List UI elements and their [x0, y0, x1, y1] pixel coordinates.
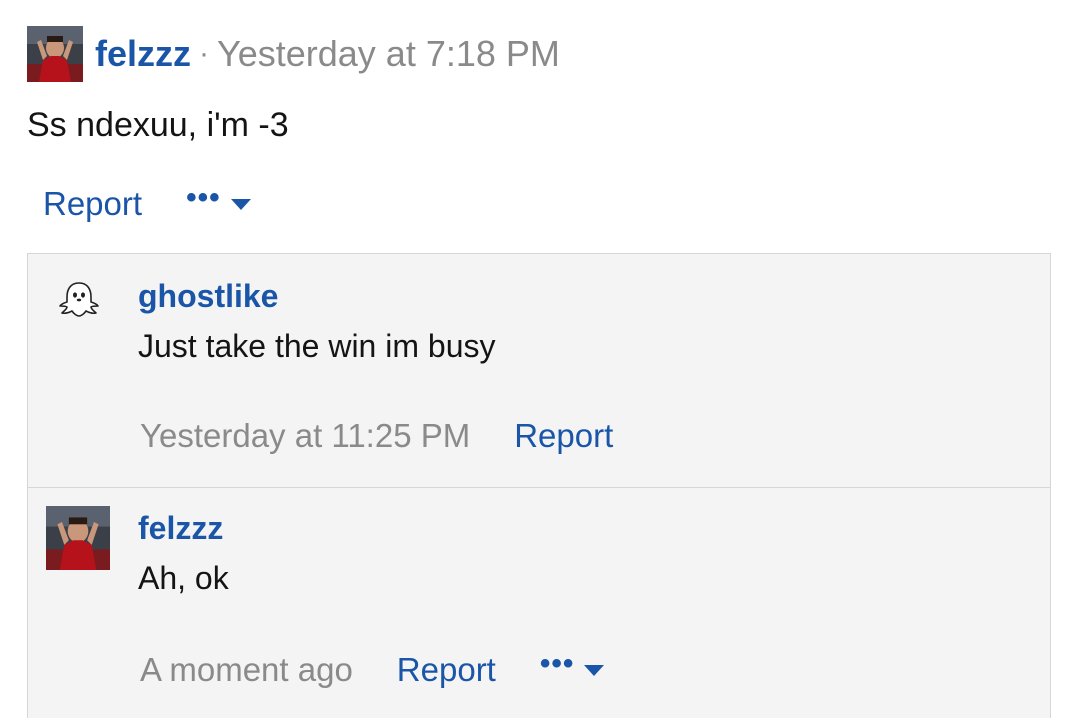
header-separator: · — [199, 37, 210, 70]
chevron-down-icon — [230, 198, 251, 210]
ghost-icon[interactable] — [56, 280, 102, 320]
post-actions: Report ••• — [43, 182, 251, 226]
more-options-button[interactable]: ••• — [540, 649, 605, 685]
ellipsis-icon: ••• — [539, 647, 575, 680]
report-button[interactable]: Report — [43, 185, 142, 223]
reply-author-link[interactable]: felzzz — [138, 510, 223, 547]
avatar[interactable] — [27, 26, 83, 82]
ellipsis-icon: ••• — [186, 181, 221, 214]
reply-author-link[interactable]: ghostlike — [138, 278, 278, 315]
post-header: felzzz · Yesterday at 7:18 PM — [27, 26, 560, 82]
reply-text: Ah, ok — [138, 560, 229, 596]
avatar[interactable] — [46, 506, 110, 570]
reply-item: felzzz Ah, ok A moment ago Report ••• — [28, 487, 1050, 718]
replies-container: ghostlike Just take the win im busy Yest… — [27, 253, 1051, 718]
reply-meta: Yesterday at 11:25 PM Report — [140, 414, 613, 458]
more-options-button[interactable]: ••• — [186, 183, 251, 219]
reply-text: Just take the win im busy — [138, 328, 496, 364]
report-button[interactable]: Report — [514, 417, 613, 455]
post-timestamp[interactable]: Yesterday at 7:18 PM — [217, 33, 560, 75]
chevron-down-icon — [584, 664, 605, 676]
reply-timestamp[interactable]: Yesterday at 11:25 PM — [140, 417, 470, 455]
reply-timestamp[interactable]: A moment ago — [140, 651, 353, 689]
report-button[interactable]: Report — [397, 651, 496, 689]
post-body-text: Ss ndexuu, i'm -3 — [27, 106, 289, 144]
post-author-link[interactable]: felzzz — [95, 33, 191, 75]
reply-meta: A moment ago Report ••• — [140, 648, 605, 692]
reply-item: ghostlike Just take the win im busy Yest… — [28, 254, 1050, 487]
